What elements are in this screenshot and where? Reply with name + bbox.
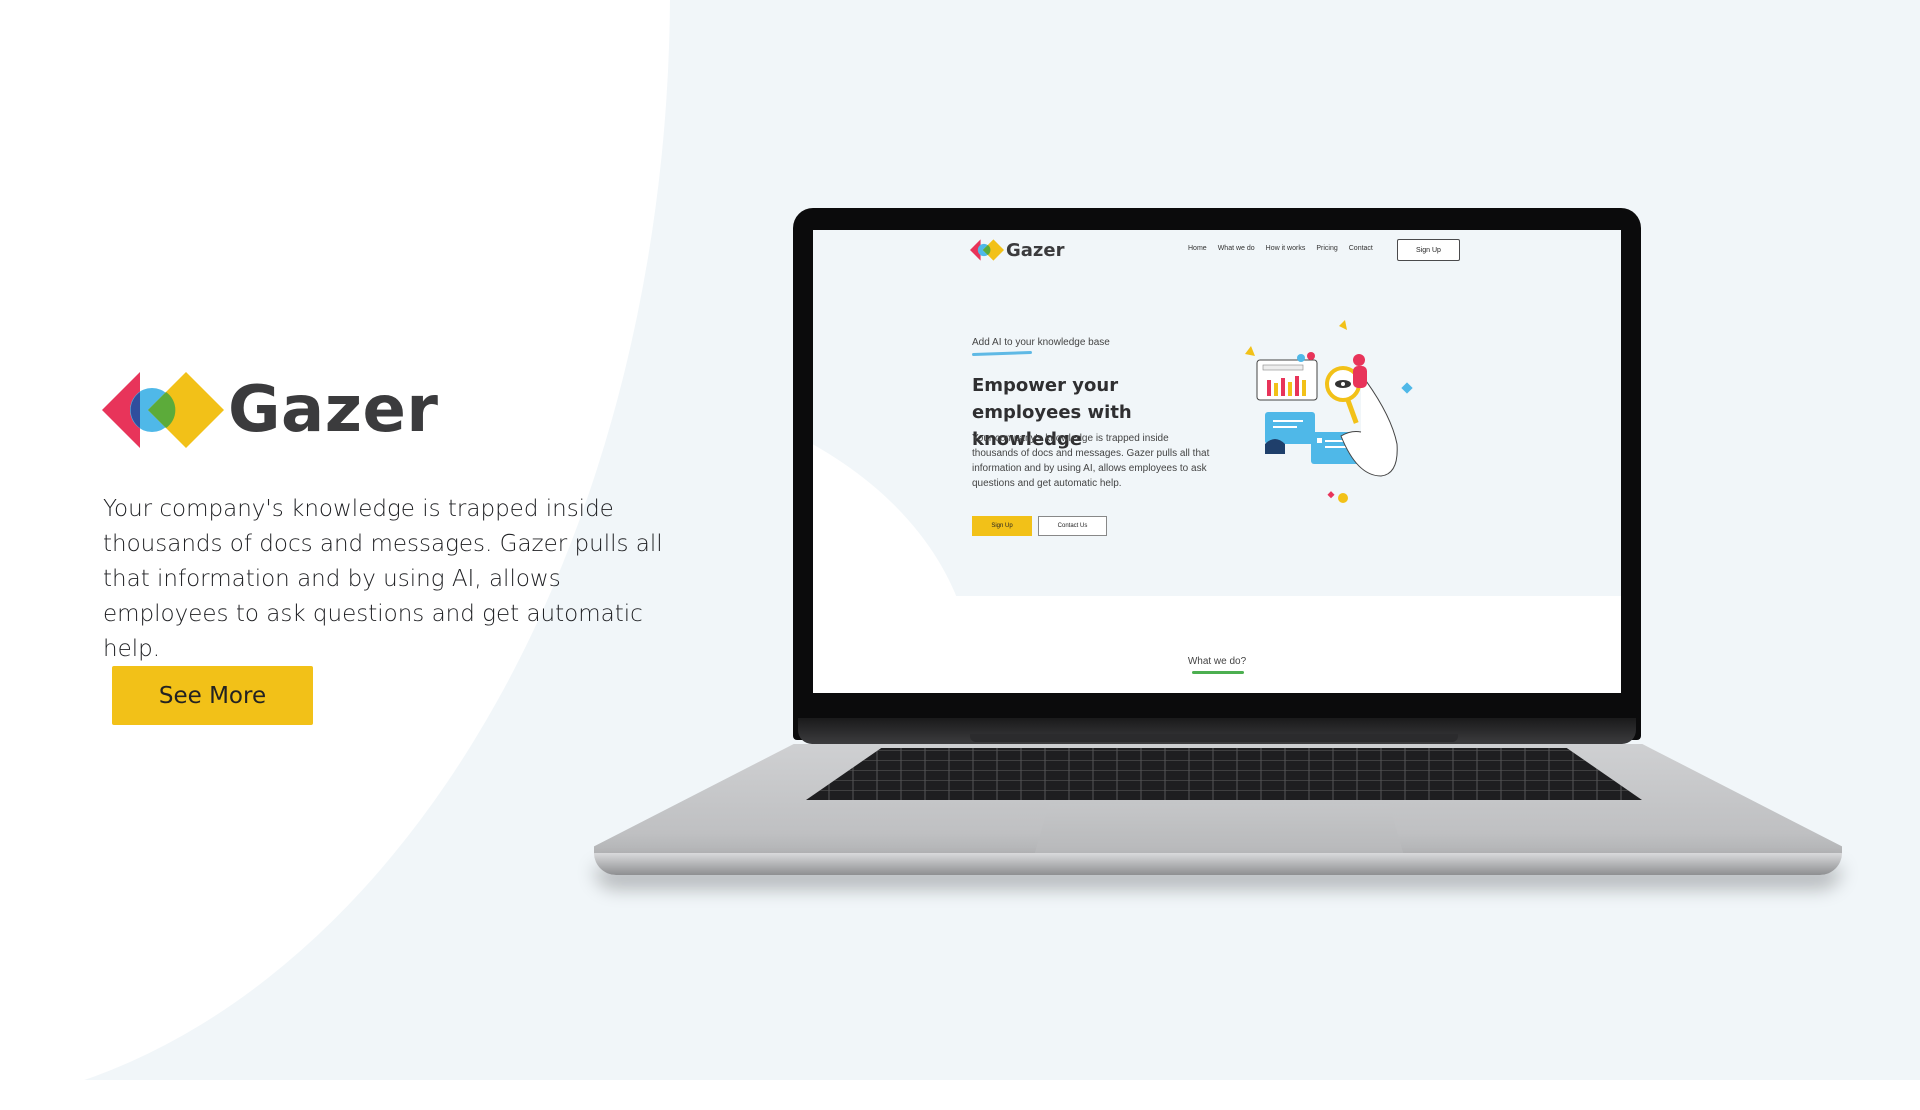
gazer-logo-icon: [970, 239, 1004, 261]
promo-brand-name: Gazer: [228, 373, 439, 447]
nav-home[interactable]: Home: [1188, 245, 1207, 252]
nav-pricing[interactable]: Pricing: [1316, 245, 1337, 252]
site-section-title: What we do?: [1187, 656, 1247, 667]
gazer-logo-icon: [102, 372, 224, 448]
hero-contact-button[interactable]: Contact Us: [1038, 516, 1107, 536]
promo-description: Your company's knowledge is trapped insi…: [103, 496, 663, 662]
nav-what-we-do[interactable]: What we do: [1218, 245, 1255, 252]
hero-illustration: [1245, 320, 1413, 503]
nav-contact[interactable]: Contact: [1349, 245, 1373, 252]
nav-how-it-works[interactable]: How it works: [1266, 245, 1306, 252]
laptop-screen: Gazer Home What we do How it works Prici…: [813, 230, 1621, 693]
laptop-hinge: [970, 734, 1458, 742]
section-title-underline: [1192, 671, 1244, 674]
site-brand-name: Gazer: [1006, 239, 1065, 261]
promo-logo: Gazer: [102, 372, 438, 448]
site-logo[interactable]: Gazer: [970, 239, 1064, 261]
site-signup-button[interactable]: Sign Up: [1397, 239, 1460, 261]
laptop-keyboard: [806, 748, 1642, 800]
site-hero-background: [813, 230, 1621, 680]
laptop-base-edge: [594, 853, 1842, 875]
hero-signup-button[interactable]: Sign Up: [972, 516, 1032, 536]
see-more-button[interactable]: See More: [112, 666, 313, 725]
site-kicker: Add AI to your knowledge base: [972, 337, 1110, 348]
site-nav: Home What we do How it works Pricing Con…: [1188, 245, 1373, 252]
site-description: Your company's knowledge is trapped insi…: [972, 433, 1210, 489]
laptop-trackpad: [1034, 804, 1404, 856]
